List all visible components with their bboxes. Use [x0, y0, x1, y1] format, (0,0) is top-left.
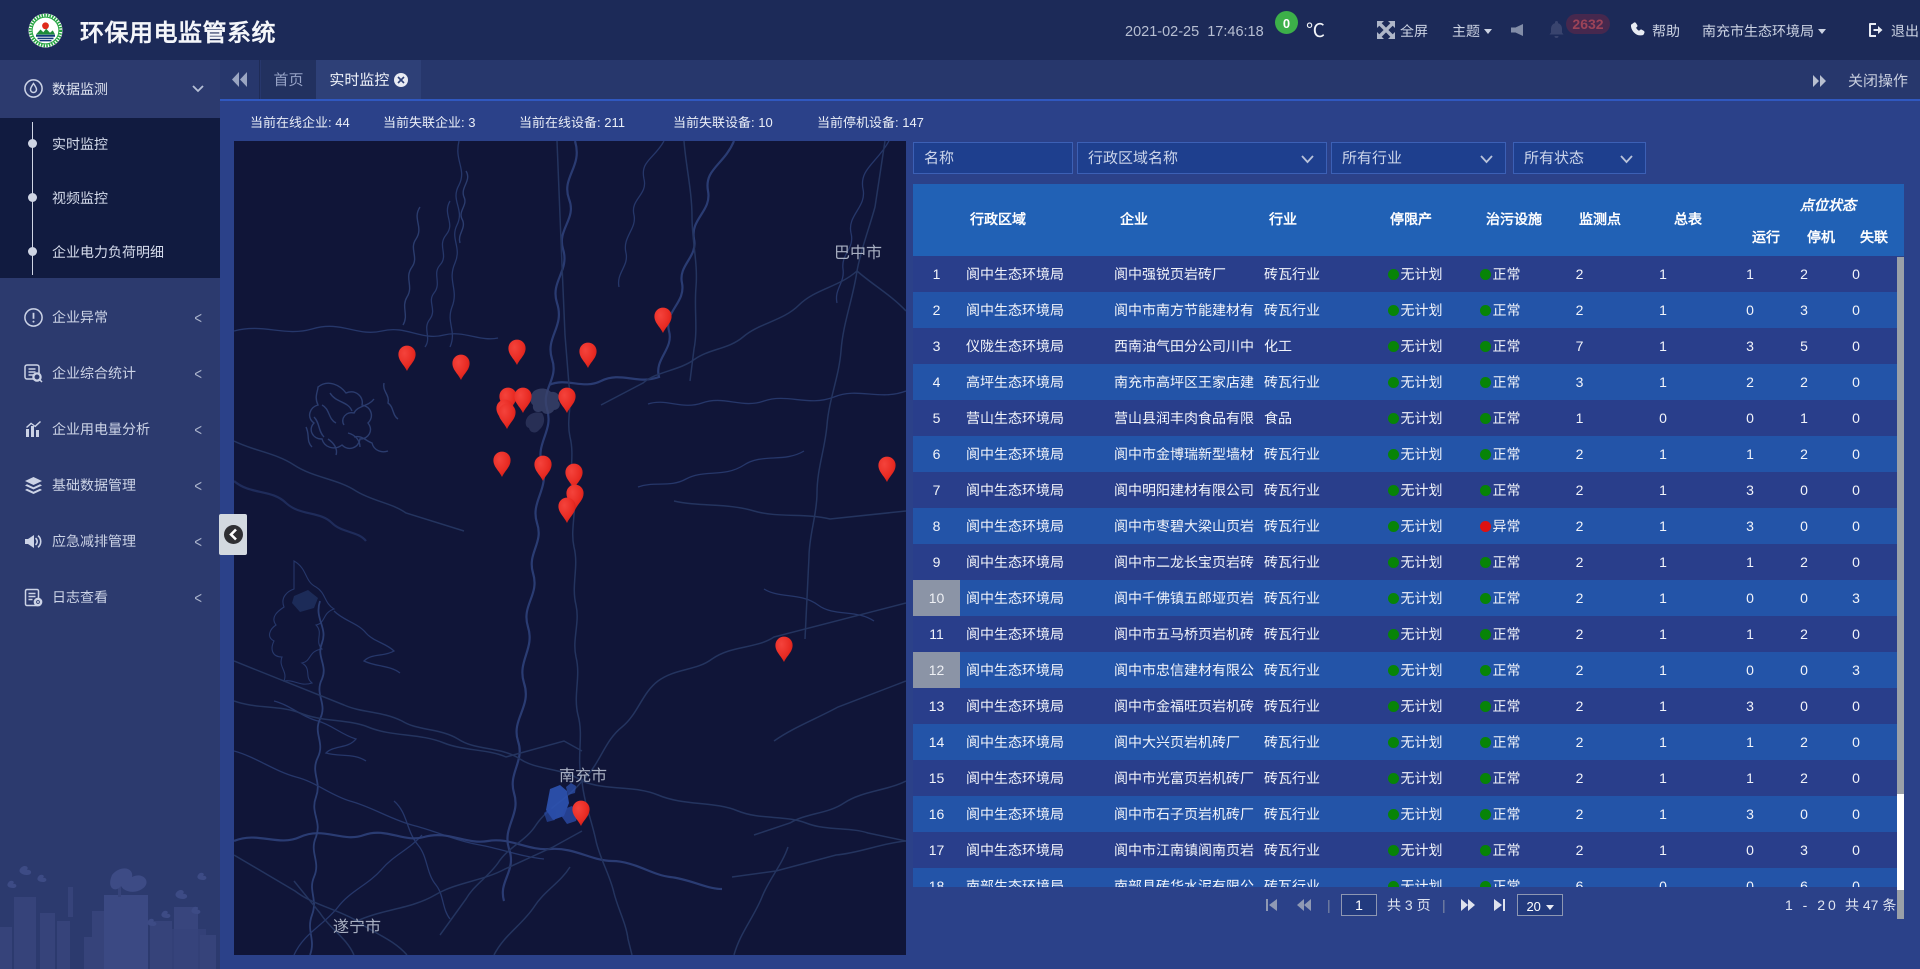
svg-text:遂宁市: 遂宁市	[333, 913, 381, 937]
svg-text:南充市: 南充市	[559, 762, 607, 786]
svg-text:巴中市: 巴中市	[834, 239, 882, 263]
